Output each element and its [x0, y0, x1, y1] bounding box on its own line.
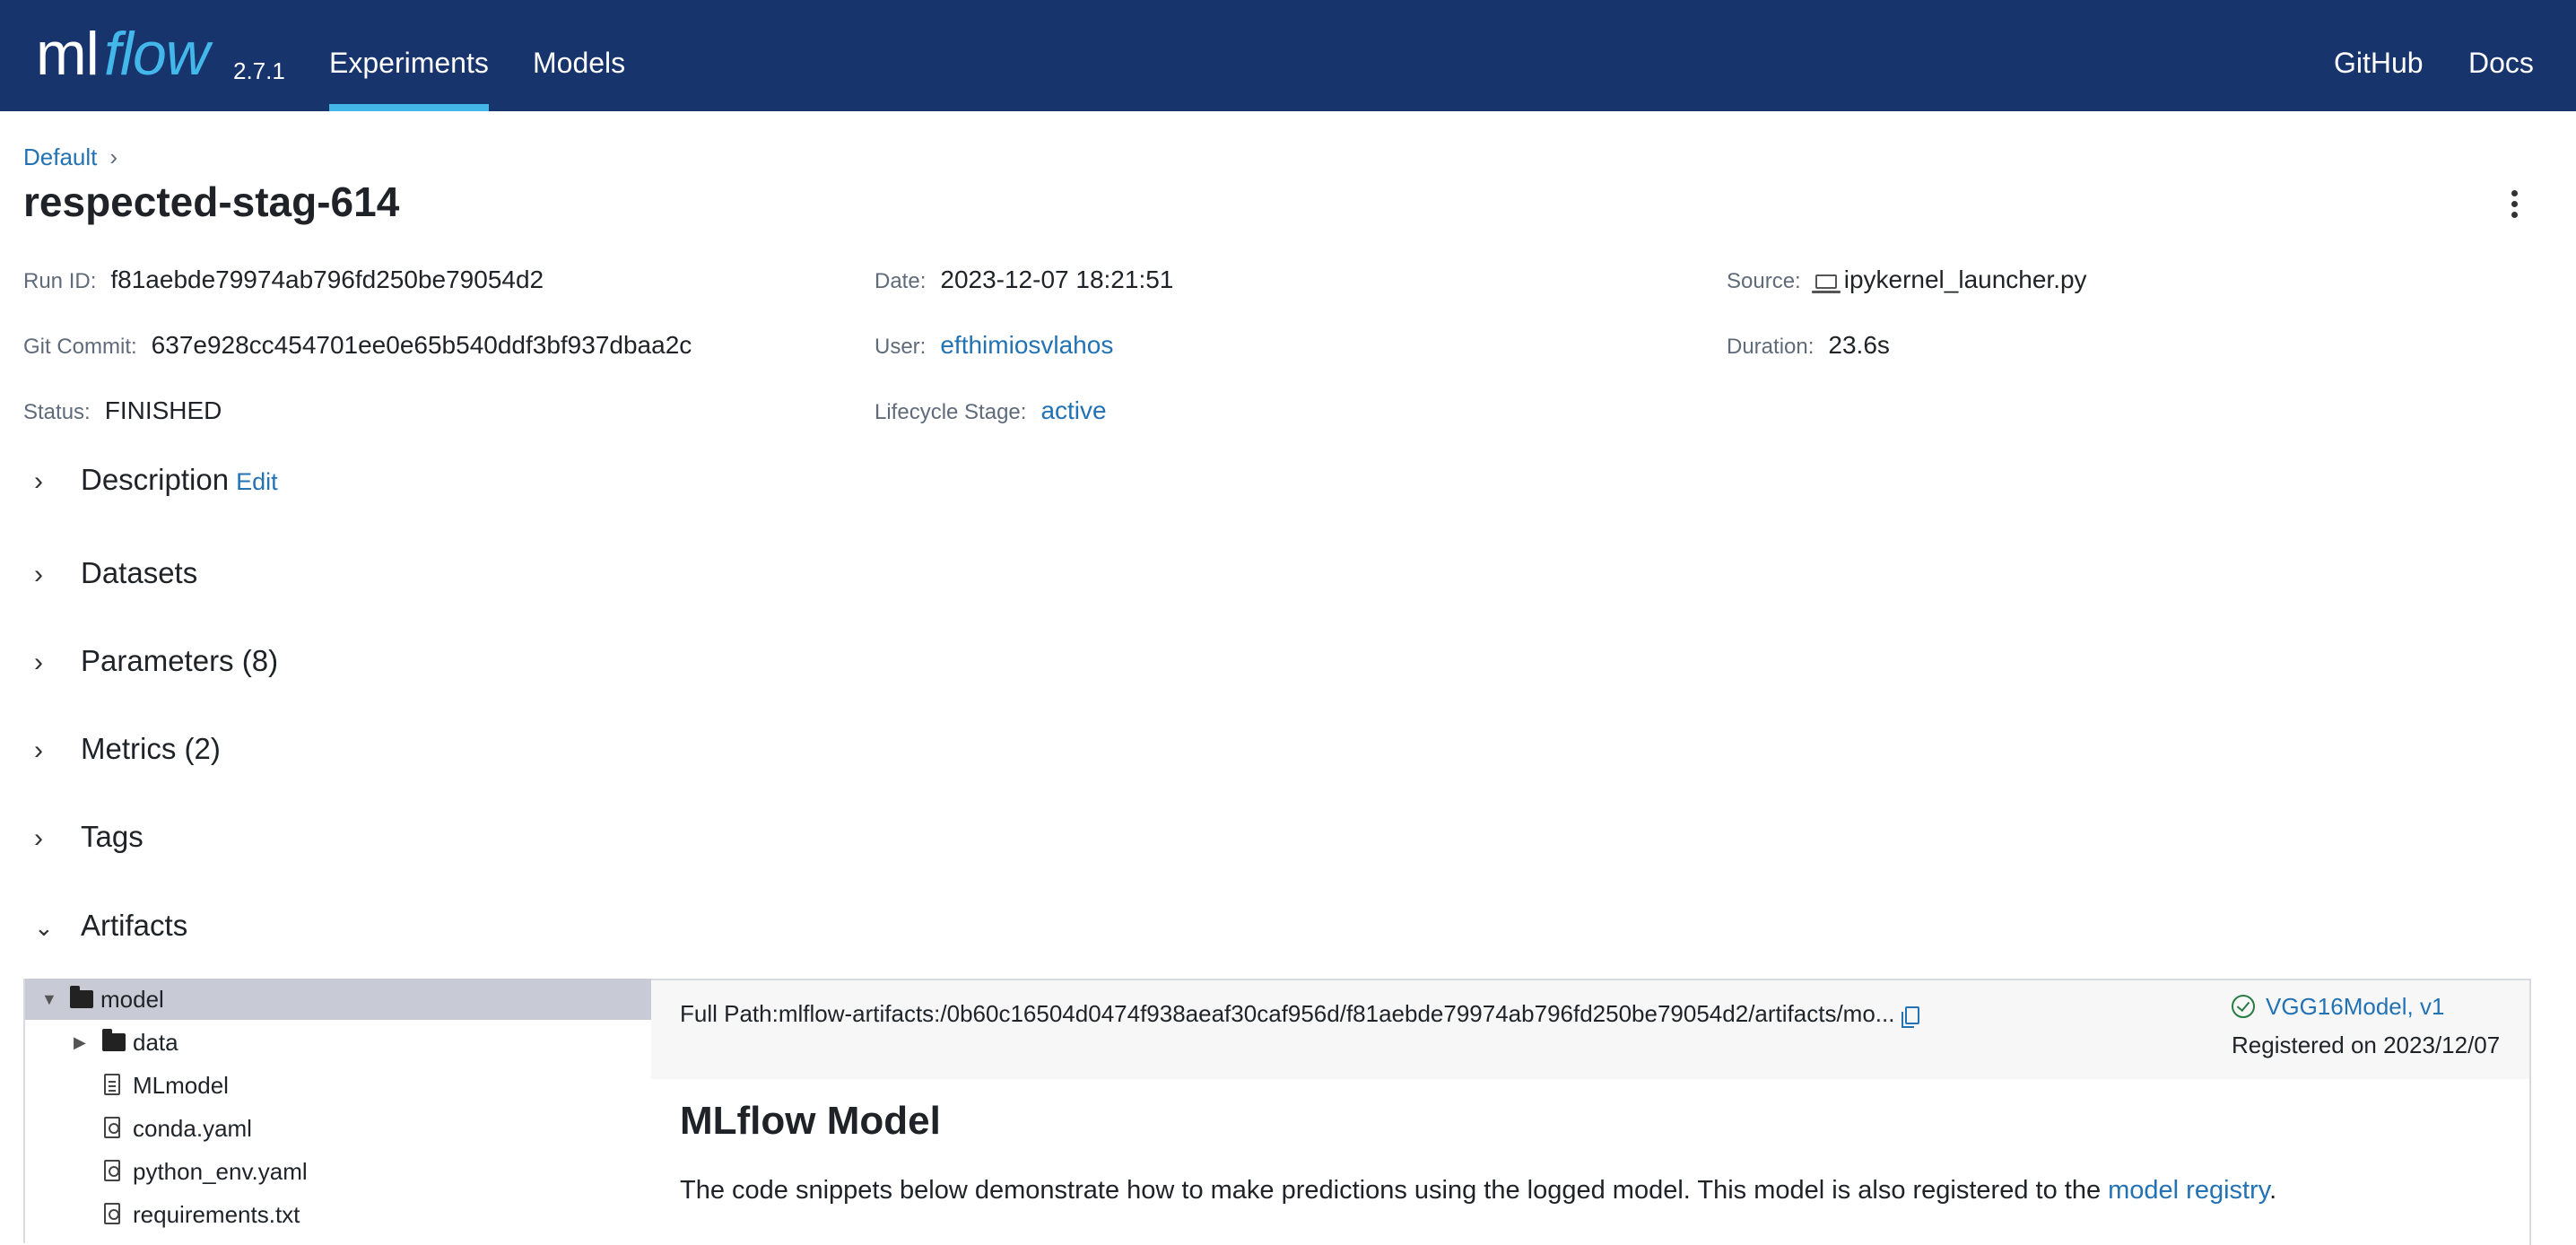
model-description: The code snippets below demonstrate how …: [680, 1176, 2276, 1206]
section-description-title: Description: [81, 463, 230, 496]
caret-down-icon[interactable]: ▼: [41, 979, 57, 1020]
nav-models[interactable]: Models: [533, 0, 625, 111]
model-description-text: The code snippets below demonstrate how …: [680, 1176, 2109, 1205]
registered-on-text: Registered on 2023/12/07: [2232, 1032, 2501, 1058]
section-metrics[interactable]: › Metrics (2): [34, 732, 221, 766]
tree-item-requirements[interactable]: requirements.txt: [25, 1194, 653, 1235]
logo-ml: ml: [36, 20, 100, 88]
registered-model-info: VGG16Model, v1 Registered on 2023/12/07: [2232, 993, 2500, 1059]
section-tags[interactable]: › Tags: [34, 820, 144, 854]
run-id-field: Run ID: f81aebde79974ab796fd250be79054d2: [23, 266, 544, 294]
chevron-right-icon: ›: [34, 560, 43, 589]
duration-field: Duration: 23.6s: [1727, 331, 1890, 360]
laptop-icon: [1811, 274, 1841, 293]
artifact-tree: ▼ model ▶ data MLmodel conda.yaml python…: [23, 979, 653, 1243]
user-field: User: efthimiosvlahos: [875, 331, 1113, 360]
chevron-down-icon: ⌄: [34, 914, 54, 941]
artifact-full-path: Full Path:mlflow-artifacts:/0b60c16504d0…: [680, 1000, 1920, 1028]
date-label: Date:: [875, 269, 927, 293]
section-datasets-title: Datasets: [81, 556, 198, 589]
user-link[interactable]: efthimiosvlahos: [940, 331, 1113, 359]
run-id-value: f81aebde79974ab796fd250be79054d2: [110, 266, 544, 293]
run-id-label: Run ID:: [23, 269, 97, 293]
git-commit-field: Git Commit: 637e928cc454701ee0e65b540ddf3…: [23, 331, 692, 360]
artifact-panel-header: Full Path:mlflow-artifacts:/0b60c16504d0…: [651, 980, 2529, 1079]
lifecycle-value[interactable]: active: [1040, 396, 1106, 424]
edit-description-link[interactable]: Edit: [236, 468, 278, 495]
artifact-detail-panel: Full Path:mlflow-artifacts:/0b60c16504d0…: [651, 979, 2531, 1245]
model-registry-link[interactable]: model registry: [2108, 1176, 2269, 1205]
duration-value: 23.6s: [1828, 331, 1890, 359]
section-metrics-title: Metrics (2): [81, 732, 221, 765]
source-value: ipykernel_launcher.py: [1843, 266, 2087, 293]
nav-github[interactable]: GitHub: [2334, 0, 2424, 111]
tree-item-label: requirements.txt: [133, 1201, 300, 1228]
chevron-right-icon: ›: [34, 648, 43, 677]
duration-label: Duration:: [1727, 335, 1815, 359]
version-label: 2.7.1: [233, 57, 285, 84]
copy-icon[interactable]: [1902, 1006, 1920, 1028]
more-options-icon[interactable]: [2511, 190, 2520, 222]
status-label: Status:: [23, 400, 91, 424]
date-field: Date: 2023-12-07 18:21:51: [875, 266, 1173, 294]
git-commit-value: 637e928cc454701ee0e65b540ddf3bf937dbaa2c: [151, 331, 692, 359]
tree-item-label: MLmodel: [133, 1072, 229, 1099]
tree-item-mlmodel[interactable]: MLmodel: [25, 1065, 653, 1106]
tree-item-label: conda.yaml: [133, 1115, 252, 1142]
section-artifacts[interactable]: ⌄ Artifacts: [34, 909, 187, 943]
nav-experiments[interactable]: Experiments: [329, 0, 489, 111]
check-circle-icon: [2232, 995, 2255, 1018]
section-parameters-title: Parameters (8): [81, 644, 279, 677]
code-file-icon: [104, 1117, 120, 1138]
breadcrumb: Default ›: [23, 144, 117, 171]
chevron-right-icon: ›: [34, 736, 43, 765]
section-parameters[interactable]: › Parameters (8): [34, 644, 278, 678]
date-value: 2023-12-07 18:21:51: [940, 266, 1174, 293]
logo-flow: flow: [104, 20, 210, 88]
tree-item-model[interactable]: ▼ model: [25, 979, 653, 1020]
nav-docs[interactable]: Docs: [2468, 0, 2534, 111]
caret-right-icon[interactable]: ▶: [74, 1022, 86, 1063]
top-nav-bar: ml flow 2.7.1 Experiments Models GitHub …: [0, 0, 2576, 111]
source-field: Source: ipykernel_launcher.py: [1727, 266, 2087, 294]
model-heading: MLflow Model: [680, 1099, 941, 1143]
chevron-right-icon: ›: [109, 144, 118, 170]
section-datasets[interactable]: › Datasets: [34, 556, 197, 590]
user-label: User:: [875, 335, 927, 359]
chevron-right-icon: ›: [34, 823, 43, 853]
tree-item-data[interactable]: ▶ data: [25, 1022, 653, 1063]
folder-icon: [70, 986, 93, 1008]
section-artifacts-title: Artifacts: [81, 909, 188, 942]
tree-item-label: model: [100, 986, 164, 1013]
git-commit-label: Git Commit:: [23, 335, 137, 359]
tree-item-label: python_env.yaml: [133, 1158, 308, 1185]
breadcrumb-experiment-link[interactable]: Default: [23, 144, 97, 170]
source-label: Source:: [1727, 269, 1801, 293]
lifecycle-field: Lifecycle Stage: active: [875, 396, 1107, 425]
chevron-right-icon: ›: [34, 466, 43, 496]
page-title: respected-stag-614: [23, 178, 400, 225]
code-file-icon: [104, 1160, 120, 1181]
full-path-text: Full Path:mlflow-artifacts:/0b60c16504d0…: [680, 1000, 1895, 1027]
section-tags-title: Tags: [81, 820, 144, 853]
status-field: Status: FINISHED: [23, 396, 222, 425]
code-file-icon: [104, 1203, 120, 1224]
folder-icon: [102, 1029, 126, 1051]
lifecycle-label: Lifecycle Stage:: [875, 400, 1027, 424]
tree-item-label: data: [133, 1029, 178, 1056]
tree-item-conda[interactable]: conda.yaml: [25, 1108, 653, 1149]
tree-item-python-env[interactable]: python_env.yaml: [25, 1151, 653, 1192]
model-description-end: .: [2269, 1176, 2277, 1205]
file-icon: [104, 1074, 120, 1095]
registered-model-link[interactable]: VGG16Model, v1: [2266, 993, 2444, 1020]
status-value: FINISHED: [104, 396, 222, 424]
section-description[interactable]: › Description Edit: [34, 463, 278, 497]
